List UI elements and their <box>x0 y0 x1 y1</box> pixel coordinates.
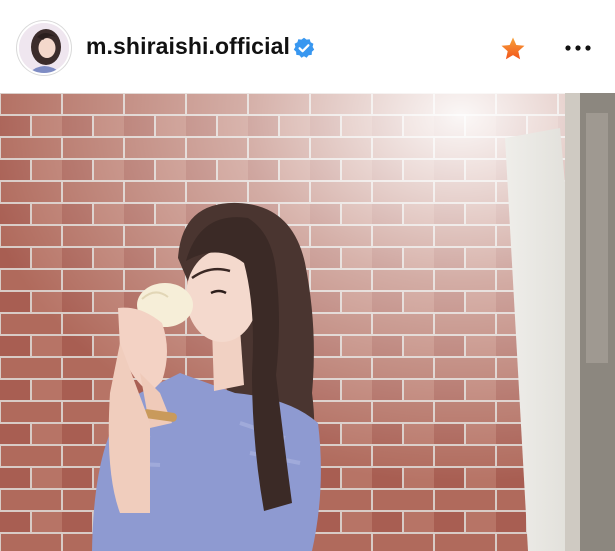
instagram-post: m.shiraishi.official <box>0 0 615 551</box>
username[interactable]: m.shiraishi.official <box>86 33 290 60</box>
avatar[interactable] <box>19 23 69 73</box>
post-photo[interactable] <box>0 93 615 551</box>
avatar-image <box>19 23 69 73</box>
star-icon[interactable] <box>499 35 527 63</box>
more-options-icon[interactable] <box>563 36 593 60</box>
post-header: m.shiraishi.official <box>0 0 615 94</box>
post-photo-image <box>0 93 615 551</box>
verified-badge-icon <box>293 37 315 59</box>
